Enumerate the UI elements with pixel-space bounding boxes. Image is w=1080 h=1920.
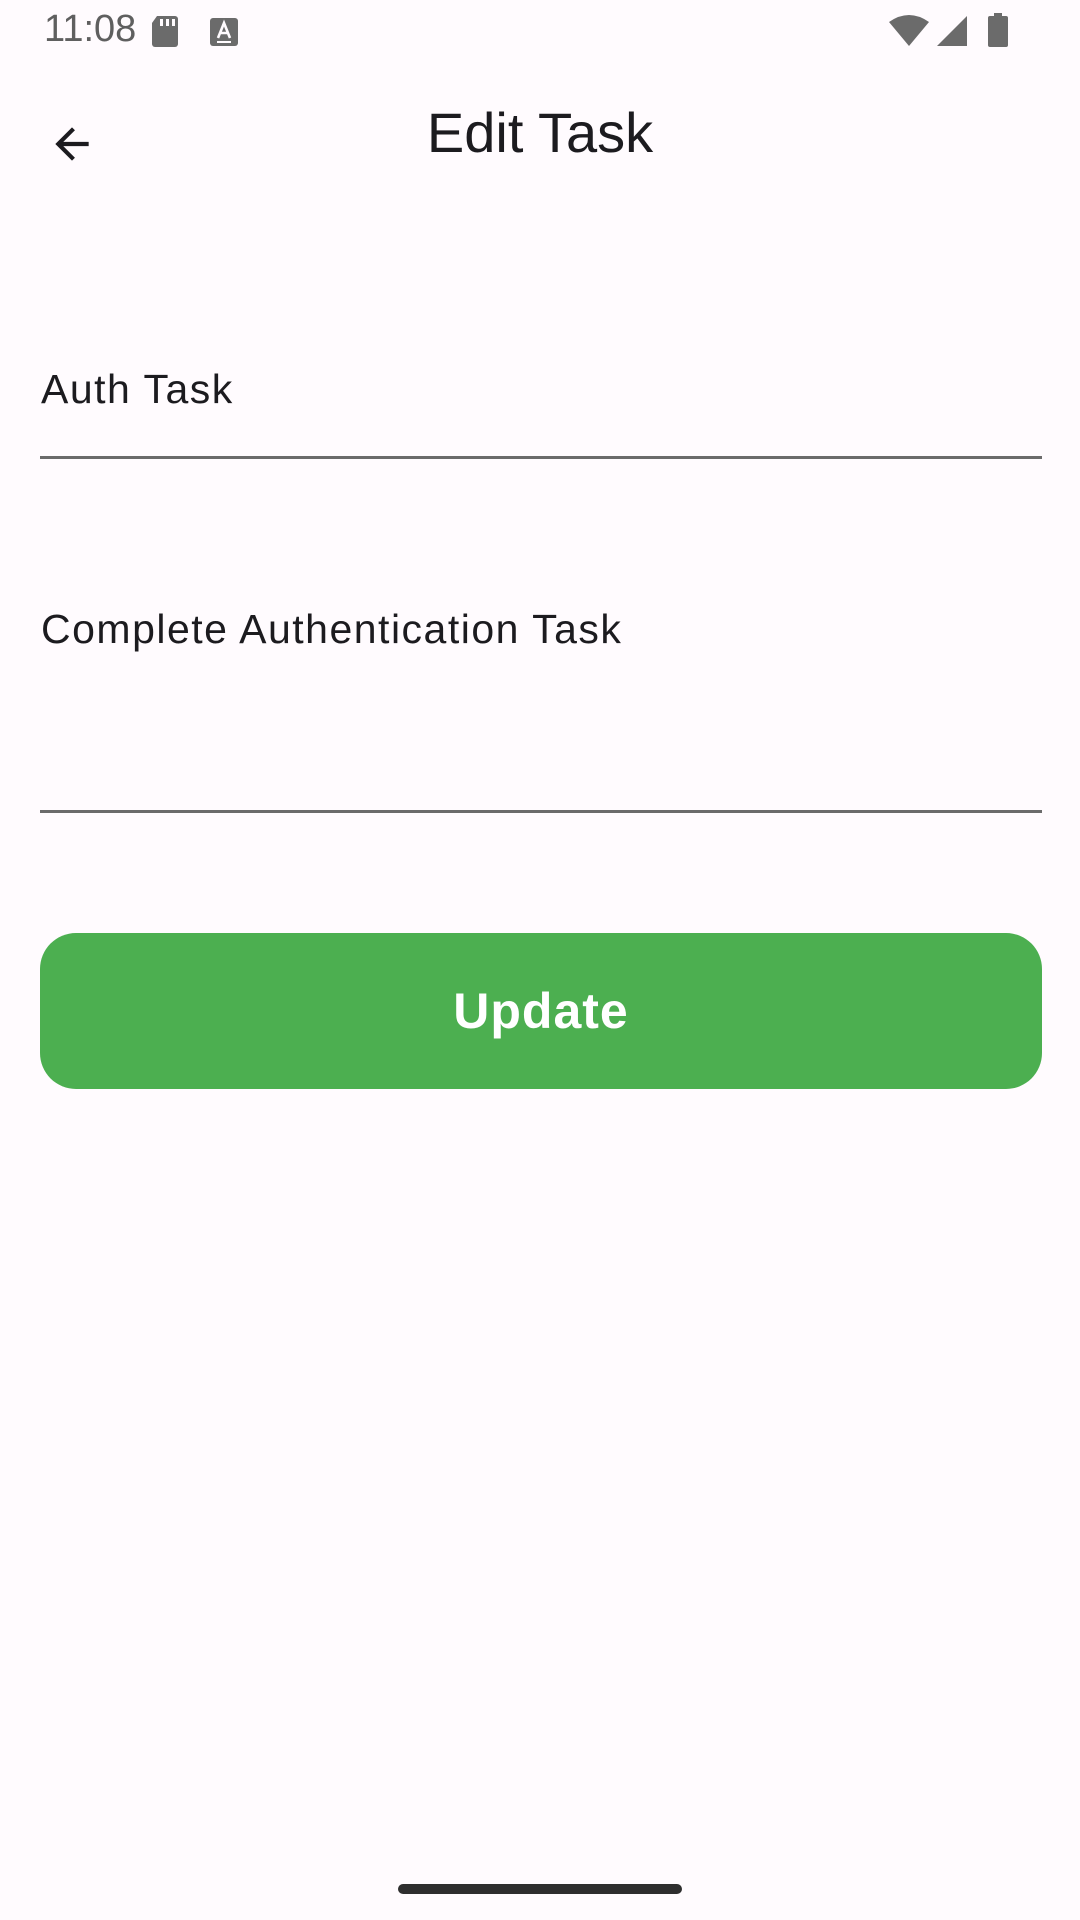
wifi-icon [889,15,929,46]
update-button[interactable]: Update [40,933,1042,1089]
task-description-field[interactable]: Complete Authentication Task [40,580,1042,813]
battery-icon [988,13,1008,47]
gesture-navigation-bar[interactable] [398,1884,682,1894]
task-title-value: Auth Task [41,366,234,412]
edit-task-screen: 11:08 Edit Task Auth Task Complete Authe… [0,0,1080,1920]
text-a-icon [210,18,238,46]
task-description-value: Complete Authentication Task [41,606,623,652]
status-time: 11:08 [44,8,137,50]
app-bar: Edit Task [0,62,1080,212]
cell-signal-icon [937,16,967,46]
update-button-label: Update [453,983,629,1039]
task-title-field[interactable]: Auth Task [40,340,1042,459]
page-title: Edit Task [426,101,654,164]
status-bar: 11:08 [0,0,1080,62]
sd-card-icon [152,16,178,47]
